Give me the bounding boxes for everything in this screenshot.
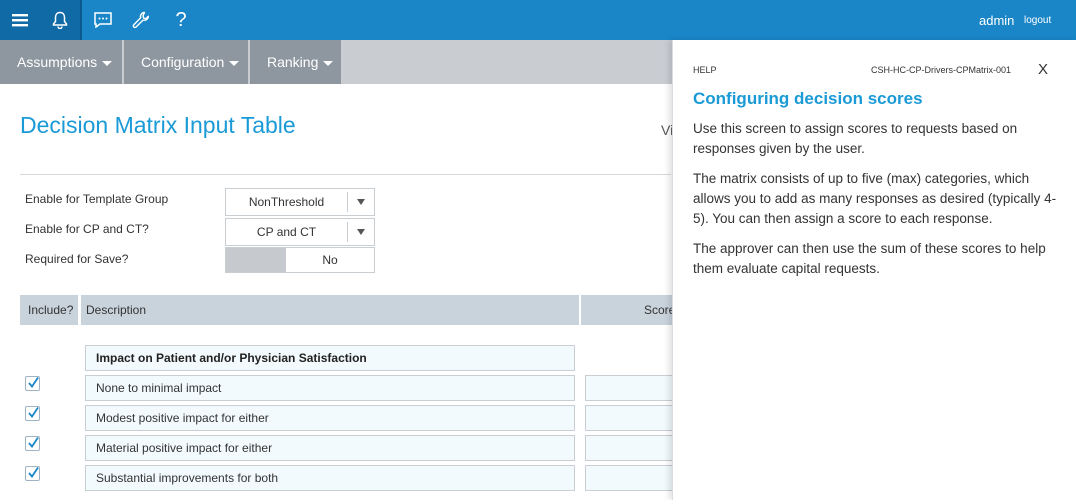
chat-icon[interactable]: [84, 0, 122, 40]
nav-configuration-label: Configuration: [141, 54, 225, 70]
cp-ct-select[interactable]: CP and CT: [225, 218, 375, 246]
cp-ct-label: Enable for CP and CT?: [25, 222, 149, 236]
nav-assumptions-label: Assumptions: [17, 54, 98, 70]
header-description: Description: [81, 295, 579, 325]
score-input[interactable]: [585, 375, 675, 401]
help-code: CSH-HC-CP-Drivers-CPMatrix-001: [871, 65, 1012, 75]
score-input[interactable]: [585, 435, 675, 461]
username: admin: [979, 13, 1015, 28]
check-icon: [28, 437, 39, 448]
check-icon: [28, 467, 39, 478]
wrench-icon[interactable]: [122, 0, 160, 40]
score-input[interactable]: [585, 465, 675, 491]
toggle-knob: [226, 248, 286, 272]
caret-down-icon: [102, 60, 113, 66]
top-bar: ? admin logout: [0, 0, 1076, 40]
required-label: Required for Save?: [25, 252, 129, 266]
required-toggle[interactable]: No: [225, 247, 375, 273]
header-include: Include?: [20, 295, 78, 325]
close-help-button[interactable]: X: [1038, 61, 1048, 78]
hamburger-menu-icon[interactable]: [0, 0, 40, 40]
divider: [20, 174, 671, 175]
nav-item-configuration[interactable]: Configuration: [124, 40, 248, 84]
required-value: No: [322, 253, 338, 267]
help-icon[interactable]: ?: [162, 0, 200, 40]
category-title: Impact on Patient and/or Physician Satis…: [85, 345, 575, 371]
response-description-input[interactable]: Modest positive impact for either: [85, 405, 575, 431]
help-paragraph: The approver can then use the sum of the…: [693, 241, 1046, 276]
template-group-value: NonThreshold: [248, 195, 325, 209]
help-paragraph: Use this screen to assign scores to requ…: [693, 121, 1018, 156]
include-checkbox[interactable]: [25, 436, 40, 451]
caret-down-icon: [323, 60, 334, 66]
nav-item-ranking[interactable]: Ranking: [250, 40, 341, 84]
template-group-select[interactable]: NonThreshold: [225, 188, 375, 216]
help-panel: HELP CSH-HC-CP-Drivers-CPMatrix-001 X Co…: [672, 40, 1076, 500]
response-description-input[interactable]: None to minimal impact: [85, 375, 575, 401]
logout-link[interactable]: logout: [1024, 15, 1051, 26]
include-checkbox[interactable]: [25, 406, 40, 421]
bell-icon[interactable]: [40, 0, 80, 40]
cp-ct-value: CP and CT: [256, 225, 317, 239]
help-paragraph: The matrix consists of up to five (max) …: [693, 171, 1057, 226]
help-title: Configuring decision scores: [693, 89, 923, 108]
dropdown-caret-icon: [357, 229, 365, 235]
header-score: Score: [581, 295, 676, 325]
select-divider: [347, 192, 348, 212]
topbar-divider: [80, 0, 82, 40]
include-checkbox[interactable]: [25, 376, 40, 391]
help-tag: HELP: [693, 65, 717, 75]
template-group-label: Enable for Template Group: [25, 192, 169, 206]
nav-ranking-label: Ranking: [267, 54, 319, 70]
check-icon: [28, 377, 39, 388]
page-title: Decision Matrix Input Table: [20, 112, 296, 138]
response-description-input[interactable]: Substantial improvements for both: [85, 465, 575, 491]
select-divider: [347, 222, 348, 242]
score-input[interactable]: [585, 405, 675, 431]
help-label: ?: [175, 8, 187, 31]
dropdown-caret-icon: [357, 199, 365, 205]
check-icon: [28, 407, 39, 418]
nav-item-assumptions[interactable]: Assumptions: [0, 40, 122, 84]
response-description-input[interactable]: Material positive impact for either: [85, 435, 575, 461]
include-checkbox[interactable]: [25, 466, 40, 481]
caret-down-icon: [229, 60, 240, 66]
